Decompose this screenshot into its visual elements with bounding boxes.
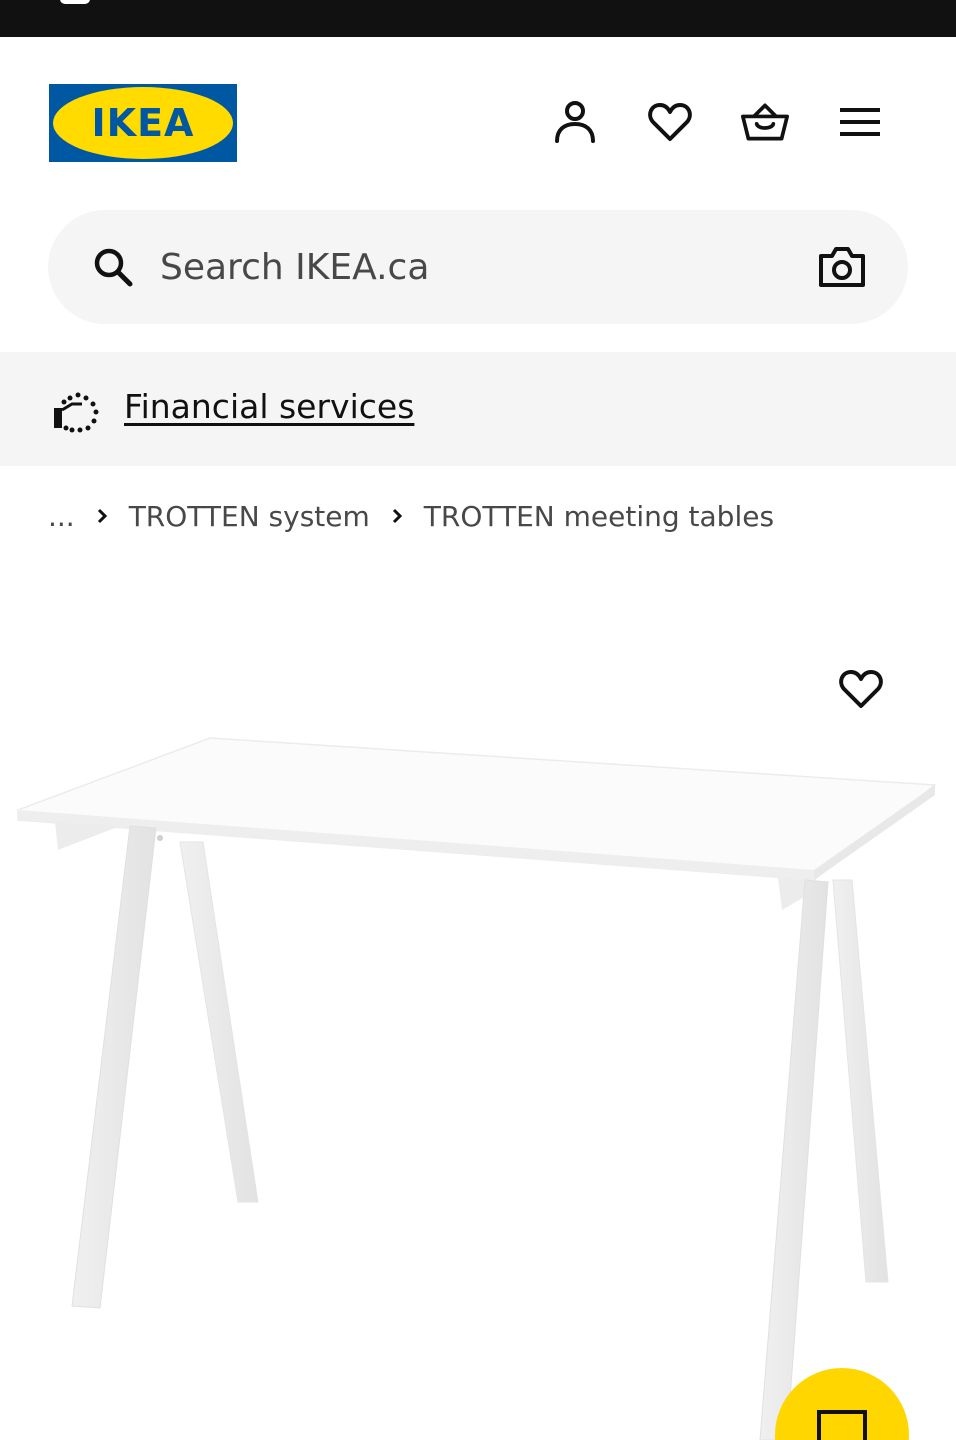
financial-services-link[interactable]: Financial services — [124, 382, 414, 432]
profile-button[interactable] — [551, 98, 599, 146]
status-indicator — [60, 0, 90, 4]
chevron-right-icon — [75, 507, 129, 525]
financial-services-icon — [54, 392, 99, 433]
menu-button[interactable] — [836, 98, 884, 146]
search-icon — [94, 248, 133, 287]
logo-text: IKEA — [92, 101, 195, 145]
profile-icon — [555, 101, 595, 143]
breadcrumb-ellipsis[interactable]: ... — [48, 500, 75, 533]
shopping-bag-icon — [741, 103, 789, 141]
product-image[interactable] — [0, 580, 956, 1440]
square-icon — [817, 1410, 867, 1440]
shopping-bag-button[interactable] — [741, 98, 789, 146]
hamburger-menu-icon — [840, 108, 880, 136]
search-bar[interactable] — [48, 210, 908, 324]
breadcrumb-item-trotten-meeting-tables[interactable]: TROTTEN meeting tables — [424, 500, 774, 533]
breadcrumb-item-trotten-system[interactable]: TROTTEN system — [129, 500, 370, 533]
status-bar — [0, 0, 956, 37]
camera-icon[interactable] — [818, 244, 866, 290]
favourites-button[interactable] — [646, 98, 694, 146]
breadcrumb: ... TROTTEN system TROTTEN meeting table… — [48, 492, 774, 540]
heart-icon — [648, 103, 692, 141]
favourite-button[interactable] — [834, 662, 888, 716]
financial-services-banner: Financial services — [0, 352, 956, 466]
ikea-logo[interactable]: IKEA — [49, 84, 237, 162]
ikea-logo-icon: IKEA — [49, 84, 237, 162]
heart-outline-icon — [839, 670, 883, 708]
search-input[interactable] — [160, 238, 760, 296]
chevron-right-icon — [370, 507, 424, 525]
product-page: IKEA Search IKEA.ca Financial services .… — [0, 0, 956, 1440]
